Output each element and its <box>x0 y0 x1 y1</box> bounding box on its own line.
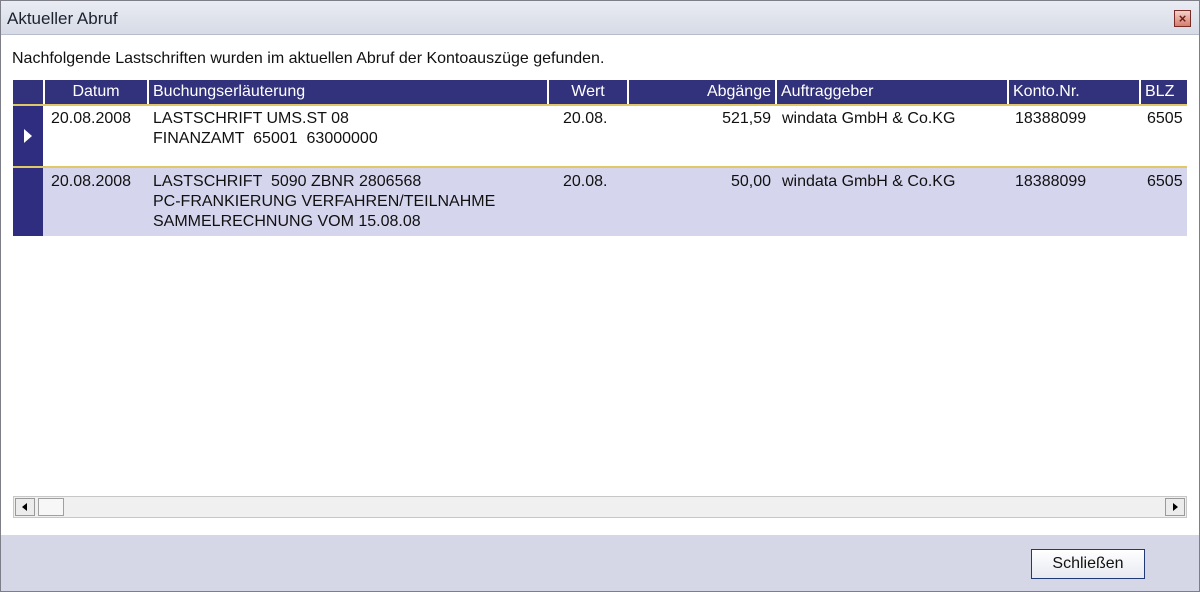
cell-blz: 6505 <box>1147 173 1183 190</box>
close-window-button[interactable]: × <box>1174 10 1191 27</box>
cell-abgaenge: 521,59 <box>722 110 771 127</box>
scroll-right-button[interactable] <box>1165 498 1185 516</box>
row-indicator[interactable] <box>13 168 43 236</box>
cell-konto-nr: 18388099 <box>1015 110 1087 127</box>
cell-buchung-line: FINANZAMT 65001 63000000 <box>153 130 378 147</box>
column-header-wert[interactable]: Wert <box>549 80 629 104</box>
scroll-left-button[interactable] <box>15 498 35 516</box>
cell-buchung-line: LASTSCHRIFT 5090 ZBNR 2806568 <box>153 173 422 190</box>
cell-wert: 20.08. <box>563 110 608 127</box>
table-row[interactable]: 20.08.2008 LASTSCHRIFT 5090 ZBNR 2806568… <box>13 168 1187 236</box>
close-icon: × <box>1178 11 1187 26</box>
cell-auftraggeber: windata GmbH & Co.KG <box>782 173 956 190</box>
cell-buchung-line: PC-FRANKIERUNG VERFAHREN/TEILNAHME <box>153 193 496 210</box>
title-bar[interactable]: Aktueller Abruf × <box>1 1 1199 35</box>
column-header-blz[interactable]: BLZ <box>1141 80 1187 104</box>
column-header-auftraggeber[interactable]: Auftraggeber <box>777 80 1009 104</box>
horizontal-scrollbar[interactable] <box>13 496 1187 518</box>
cell-konto-nr: 18388099 <box>1015 173 1087 190</box>
cell-blz: 6505 <box>1147 110 1183 127</box>
window-title: Aktueller Abruf <box>7 9 118 28</box>
row-indicator-header <box>13 80 45 104</box>
intro-text: Nachfolgende Lastschriften wurden im akt… <box>12 50 605 67</box>
row-pointer-icon <box>24 129 32 143</box>
cell-datum: 20.08.2008 <box>51 110 132 127</box>
column-header-datum[interactable]: Datum <box>45 80 149 104</box>
transactions-grid[interactable]: Datum Buchungserläuterung Wert Abgänge A… <box>13 80 1187 490</box>
cell-datum: 20.08.2008 <box>51 173 132 190</box>
column-header-abgaenge[interactable]: Abgänge <box>629 80 777 104</box>
scroll-right-icon <box>1173 503 1178 511</box>
cell-buchung-line: SAMMELRECHNUNG VOM 15.08.08 <box>153 213 421 230</box>
column-header-buchungserlaeuterung[interactable]: Buchungserläuterung <box>149 80 549 104</box>
column-header-konto-nr[interactable]: Konto.Nr. <box>1009 80 1141 104</box>
cell-wert: 20.08. <box>563 173 608 190</box>
dialog-window: Aktueller Abruf × Nachfolgende Lastschri… <box>0 0 1200 592</box>
scroll-left-icon <box>22 503 27 511</box>
content-area: Nachfolgende Lastschriften wurden im akt… <box>1 35 1199 535</box>
table-row[interactable]: 20.08.2008 LASTSCHRIFT UMS.ST 08 FINANZA… <box>13 104 1187 168</box>
dialog-footer: Schließen <box>1 535 1199 591</box>
cell-auftraggeber: windata GmbH & Co.KG <box>782 110 956 127</box>
row-indicator[interactable] <box>13 106 43 166</box>
cell-abgaenge: 50,00 <box>730 173 771 190</box>
scrollbar-thumb[interactable] <box>38 498 64 516</box>
close-button[interactable]: Schließen <box>1031 549 1145 579</box>
cell-buchung-line: LASTSCHRIFT UMS.ST 08 <box>153 110 349 127</box>
